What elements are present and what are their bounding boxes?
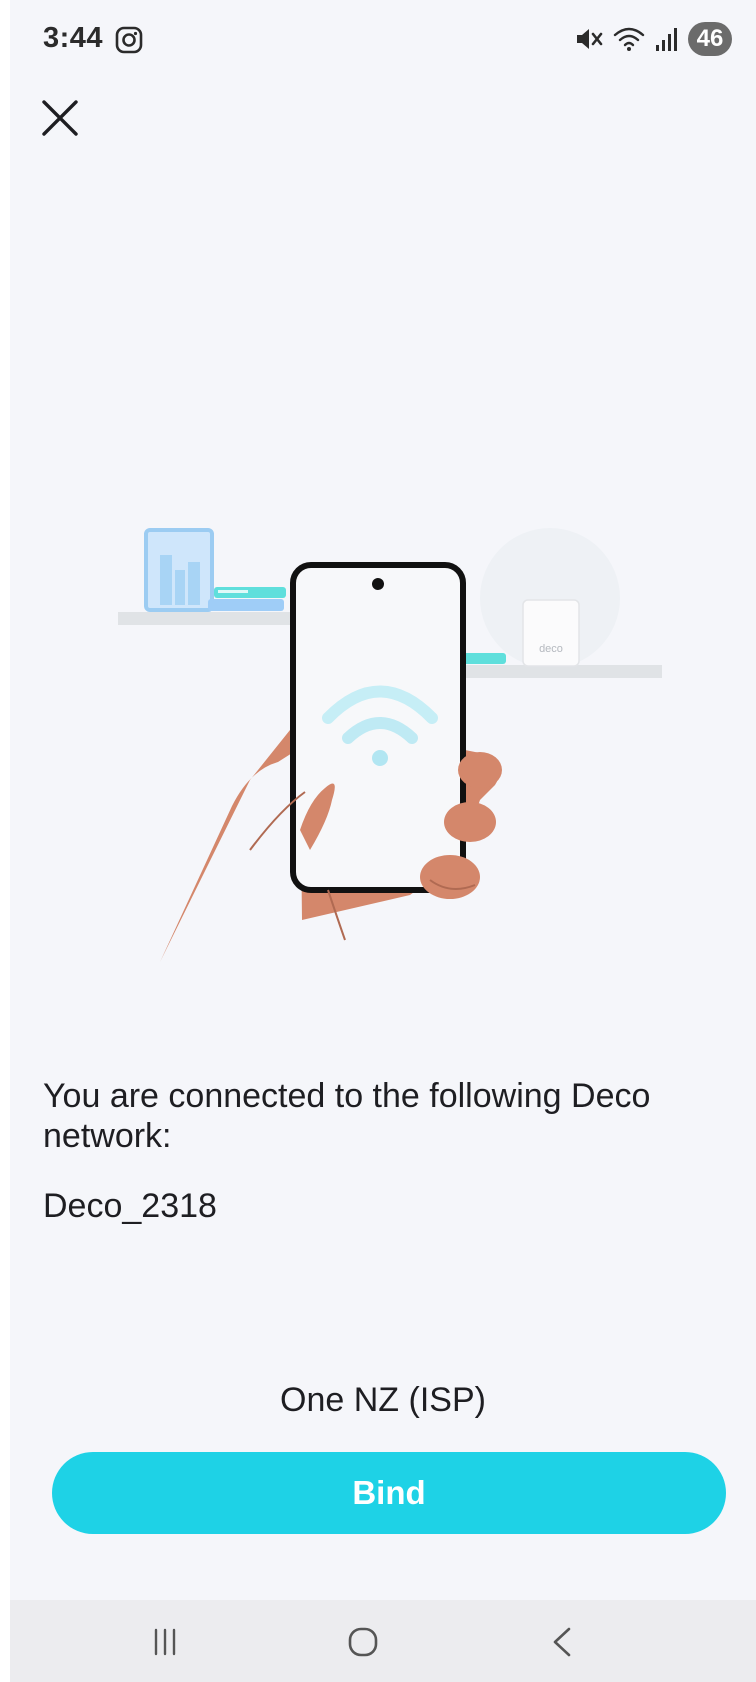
right-shelf: [462, 665, 662, 678]
status-time: 3:44: [43, 22, 104, 54]
status-icons: 46: [574, 22, 732, 56]
recent-apps-icon[interactable]: [145, 1622, 185, 1662]
network-name: Deco_2318: [43, 1187, 217, 1225]
mute-icon: [577, 29, 603, 49]
back-icon[interactable]: [543, 1622, 583, 1662]
instagram-icon: [115, 26, 143, 54]
isp-label: One NZ (ISP): [280, 1381, 486, 1419]
wifi-icon: [613, 27, 645, 51]
app-screen: 3:44 46 deco You are connected to the fo…: [10, 0, 756, 1682]
battery-badge: 46: [688, 22, 732, 56]
phone-connection-illustration: deco: [118, 528, 662, 962]
left-shelf: [118, 612, 308, 625]
connected-message: You are connected to the following Deco …: [43, 1077, 651, 1155]
navigation-bar: [10, 1600, 756, 1682]
home-icon[interactable]: [343, 1622, 383, 1662]
status-bar: 3:44 46: [10, 0, 756, 80]
close-icon[interactable]: [38, 96, 82, 140]
deco-router: [522, 599, 580, 667]
router-label: deco: [539, 643, 563, 655]
signal-icon: [656, 28, 677, 51]
book-bottom: [208, 599, 284, 611]
bind-button[interactable]: Bind: [52, 1452, 726, 1534]
